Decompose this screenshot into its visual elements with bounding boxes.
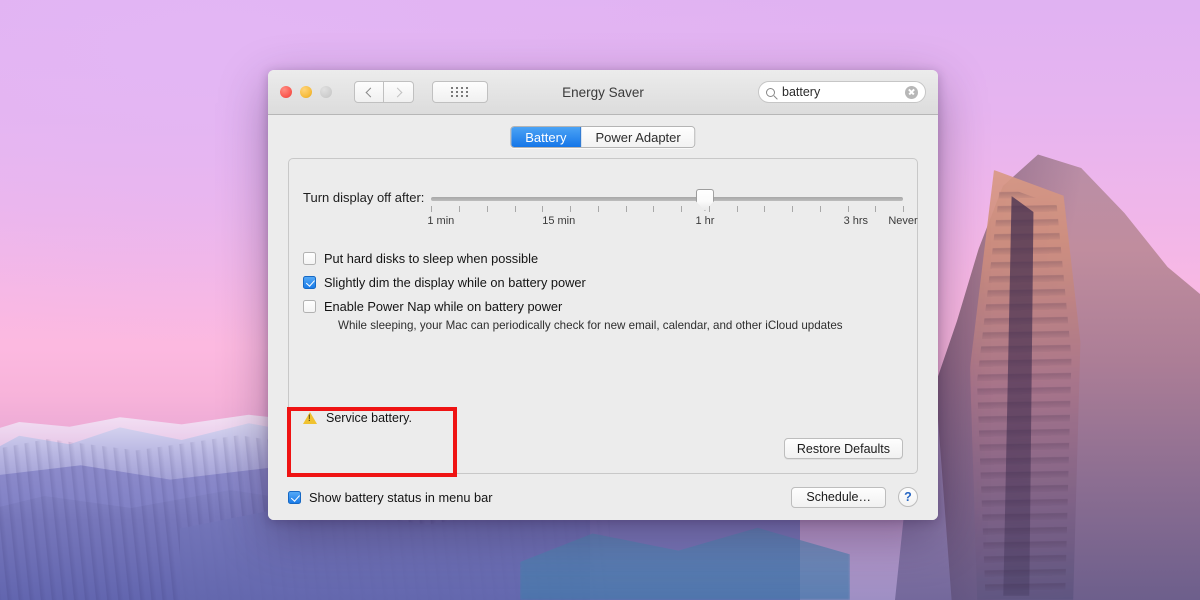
navigation-buttons (354, 81, 414, 103)
slider-tick-label: 3 hrs (843, 215, 869, 227)
minimize-button[interactable] (300, 86, 312, 98)
slider-tick (847, 206, 849, 212)
back-button[interactable] (354, 81, 384, 103)
slider-tick (570, 206, 572, 212)
power-nap-description: While sleeping, your Mac can periodicall… (338, 319, 843, 332)
slider-tick (486, 206, 488, 212)
help-button[interactable]: ? (898, 487, 918, 507)
window-titlebar[interactable]: Energy Saver battery (268, 70, 938, 115)
checkbox-slightly-dim[interactable] (303, 276, 316, 289)
restore-defaults-button[interactable]: Restore Defaults (783, 438, 903, 459)
slider-tick-label: 15 min (542, 215, 576, 227)
grid-icon (451, 87, 469, 97)
slider-tick-labels: 1 min 15 min 1 hr 3 hrs Never (427, 215, 917, 229)
option-hard-disks-sleep[interactable]: Put hard disks to sleep when possible (303, 251, 903, 266)
slider-tick (625, 206, 627, 212)
display-sleep-row: Turn display off after: 1 min 15 min 1 hr 3… (303, 187, 918, 233)
options-list: Put hard disks to sleep when possible Sl… (303, 251, 903, 332)
slider-tick (819, 206, 821, 212)
display-sleep-label: Turn display off after: (303, 190, 425, 205)
window-body: Battery Power Adapter Turn display off a… (268, 115, 938, 520)
slider-tick-label: Never (888, 215, 918, 227)
option-power-nap[interactable]: Enable Power Nap while on battery power (303, 299, 903, 314)
window-bottom-bar: Show battery status in menu bar Schedule… (288, 484, 918, 510)
slider-tick (653, 206, 655, 212)
slider-tick-label: 1 hr (695, 215, 715, 227)
option-label: Enable Power Nap while on battery power (324, 299, 563, 314)
slider-tick (792, 206, 794, 212)
slider-ticks (431, 206, 904, 213)
slider-track[interactable] (431, 197, 903, 201)
slider-tick-label: 1 min (427, 215, 455, 227)
slider-tick (431, 206, 433, 212)
slider-tick (542, 206, 544, 212)
settings-panel: Turn display off after: 1 min 15 min 1 hr 3… (288, 158, 918, 474)
clear-search-icon[interactable] (905, 85, 918, 99)
tab-group: Battery Power Adapter (510, 126, 696, 148)
slider-tick (903, 206, 904, 212)
battery-status-row: Service battery. (303, 411, 412, 425)
traffic-lights (280, 86, 332, 98)
tab-battery[interactable]: Battery (511, 127, 582, 147)
search-icon (766, 87, 775, 97)
checkbox-hard-disks-sleep[interactable] (303, 252, 316, 265)
chevron-right-icon (392, 87, 403, 97)
slider-tick (875, 206, 877, 212)
show-battery-status-label: Show battery status in menu bar (309, 489, 493, 505)
slider-tick (597, 206, 599, 212)
slider-tick (764, 206, 766, 212)
slider-tick (736, 206, 738, 212)
zoom-button (320, 86, 332, 98)
close-button[interactable] (280, 86, 292, 98)
battery-status-text: Service battery. (326, 411, 412, 425)
option-slightly-dim[interactable]: Slightly dim the display while on batter… (303, 275, 903, 290)
schedule-button[interactable]: Schedule… (791, 486, 886, 508)
search-input-value[interactable]: battery (782, 85, 905, 99)
forward-button (384, 81, 414, 103)
energy-saver-window: Energy Saver battery Battery Power Adapt… (268, 70, 938, 520)
checkbox-show-battery-status[interactable] (288, 491, 301, 504)
chevron-left-icon (365, 87, 375, 97)
display-sleep-slider[interactable]: 1 min 15 min 1 hr 3 hrs Never (427, 187, 918, 233)
slider-tick (459, 206, 461, 212)
checkbox-power-nap[interactable] (303, 300, 316, 313)
option-label: Slightly dim the display while on batter… (324, 275, 586, 290)
option-label: Put hard disks to sleep when possible (324, 251, 539, 266)
search-field[interactable]: battery (758, 81, 926, 103)
slider-tick (708, 206, 710, 212)
slider-tick (514, 206, 516, 212)
slider-tick (681, 206, 683, 212)
warning-triangle-icon (303, 412, 317, 424)
tab-power-adapter[interactable]: Power Adapter (581, 127, 695, 147)
show-all-button[interactable] (432, 81, 488, 103)
